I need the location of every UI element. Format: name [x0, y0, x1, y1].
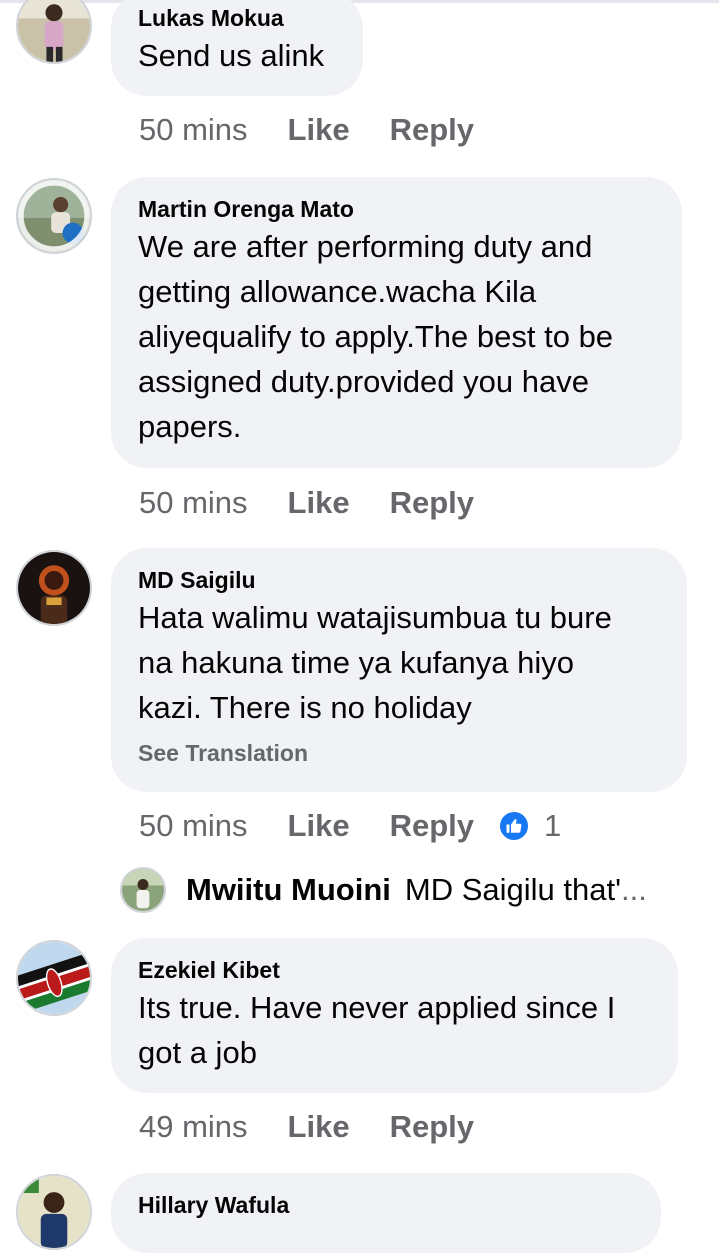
comment-actions: 50 mins Like Reply	[139, 483, 474, 523]
like-button[interactable]: Like	[288, 1109, 350, 1145]
comment-text-line: Hata walimu watajisumbua tu bure	[138, 600, 612, 635]
comment-text-line: na hakuna time ya kufanya hiyo	[138, 645, 574, 680]
avatar[interactable]	[16, 1174, 92, 1250]
reply-author[interactable]: Mwiitu Muoini	[186, 872, 391, 908]
avatar[interactable]	[16, 940, 92, 1016]
user-avatar-icon	[18, 0, 90, 62]
comment-text-line: got a job	[138, 1035, 257, 1070]
reply-text-content: MD Saigilu that'	[404, 872, 622, 907]
avatar[interactable]	[16, 0, 92, 64]
comment-author[interactable]: Hillary Wafula	[138, 1191, 633, 1219]
comment-author[interactable]: Ezekiel Kibet	[138, 956, 650, 984]
reaction-count: 1	[544, 808, 562, 843]
avatar[interactable]	[16, 178, 92, 254]
like-button[interactable]: Like	[288, 112, 350, 148]
like-button[interactable]: Like	[288, 485, 350, 521]
comment-text-line: papers.	[138, 409, 242, 444]
comment-bubble[interactable]: Ezekiel Kibet Its true. Have never appli…	[111, 938, 678, 1093]
comment-text-line: kazi. There is no holiday	[138, 690, 472, 725]
comment-timestamp[interactable]: 50 mins	[139, 112, 248, 148]
comment-bubble[interactable]: Hillary Wafula	[111, 1173, 661, 1253]
kenya-flag-avatar-icon	[18, 942, 90, 1014]
comment-bubble[interactable]: MD Saigilu Hata walimu watajisumbua tu b…	[111, 548, 687, 792]
user-avatar-icon	[18, 1176, 90, 1248]
thumbs-up-icon	[498, 810, 530, 842]
comment-text-line: assigned duty.provided you have	[138, 364, 589, 399]
user-avatar-icon	[18, 552, 90, 624]
see-translation-link[interactable]: See Translation	[138, 738, 659, 768]
comment-actions: 50 mins Like Reply	[139, 110, 474, 150]
comment-text: Send us alink	[138, 33, 335, 78]
comment-author[interactable]: Martin Orenga Mato	[138, 195, 654, 223]
comment-author[interactable]: MD Saigilu	[138, 566, 659, 594]
comment-timestamp[interactable]: 49 mins	[139, 1109, 248, 1145]
comment-text-line: getting allowance.wacha Kila	[138, 274, 537, 309]
reaction-summary[interactable]: 1	[498, 808, 561, 844]
comment-text-line: aliyequalify to apply.The best to be	[138, 319, 614, 354]
user-avatar-icon	[122, 869, 164, 911]
reply-button[interactable]: Reply	[390, 485, 474, 521]
reply-preview[interactable]: Mwiitu Muoini MD Saigilu that'...	[120, 866, 647, 914]
reply-text: MD Saigilu that'...	[405, 872, 647, 908]
user-avatar-icon	[18, 180, 90, 252]
reply-button[interactable]: Reply	[390, 808, 474, 844]
comment-text-line: Send us alink	[138, 38, 325, 73]
comment-text: Its true. Have never applied since I got…	[138, 985, 650, 1075]
comment-actions: 50 mins Like Reply 1	[139, 806, 561, 846]
reply-button[interactable]: Reply	[390, 1109, 474, 1145]
comment-text: Hata walimu watajisumbua tu bure na haku…	[138, 595, 659, 730]
comment-bubble[interactable]: Lukas Mokua Send us alink	[111, 0, 363, 96]
comment-author[interactable]: Lukas Mokua	[138, 4, 335, 32]
comment-text: We are after performing duty and getting…	[138, 224, 654, 449]
comment-text-line: Its true. Have never applied since I	[138, 990, 616, 1025]
like-button[interactable]: Like	[288, 808, 350, 844]
comment-timestamp[interactable]: 50 mins	[139, 808, 248, 844]
reply-ellipsis: ...	[621, 872, 647, 907]
comment-bubble[interactable]: Martin Orenga Mato We are after performi…	[111, 177, 682, 468]
reply-button[interactable]: Reply	[390, 112, 474, 148]
comment-actions: 49 mins Like Reply	[139, 1107, 474, 1147]
comment-text-line: We are after performing duty and	[138, 229, 593, 264]
comment-timestamp[interactable]: 50 mins	[139, 485, 248, 521]
reply-avatar[interactable]	[120, 867, 166, 913]
top-divider	[0, 0, 719, 3]
avatar[interactable]	[16, 550, 92, 626]
